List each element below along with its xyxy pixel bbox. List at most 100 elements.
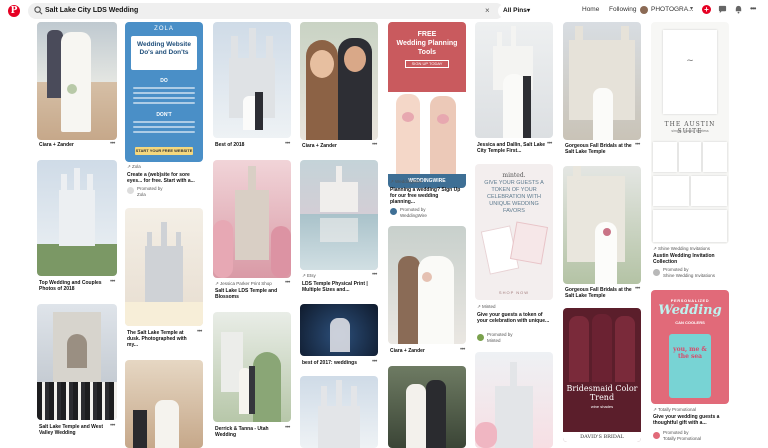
pin-source[interactable]: ↗ Totally Promotional [653,407,696,413]
pin-image[interactable] [37,160,117,276]
pin-image[interactable] [563,166,641,284]
pin-title[interactable]: Salt Lake Temple and West Valley Wedding [39,424,109,436]
chevron-down-icon[interactable]: ▾ [690,5,693,12]
more-options-icon[interactable]: ••• [635,142,640,148]
pin-image[interactable] [300,376,378,448]
pin-image[interactable] [125,208,203,326]
pin-card[interactable]: Jessica and Dallin, Salt Lake City Templ… [475,22,555,158]
pin-image[interactable] [213,160,291,278]
pin-title[interactable]: Best of 2018 [215,142,285,148]
pin-card[interactable] [300,376,380,448]
avatar[interactable] [640,6,648,14]
chat-icon[interactable] [718,5,727,14]
pin-image[interactable] [37,304,117,420]
ad-cta-button[interactable]: START YOUR FREE WEBSITE [135,147,193,155]
pin-image[interactable] [388,366,466,448]
pinterest-logo-icon[interactable]: P [8,5,20,17]
pin-image[interactable]: PERSONALIZED Wedding CAN COOLERS you, me… [651,290,729,404]
pin-card[interactable]: Salt Lake Temple and West Valley Wedding… [37,304,117,448]
pin-image[interactable] [37,22,117,140]
pin-source[interactable]: ↗ Shine Wedding Invitations [653,246,710,252]
pin-title[interactable]: Give your wedding guests a thoughtful gi… [653,414,727,426]
pin-card[interactable]: Best of 2018 ••• [213,22,293,152]
pins-filter-dropdown[interactable]: All Pins ▾ [498,4,534,18]
promoted-pin-card[interactable]: ZOLA Wedding Website Do's and Don'ts DO … [125,22,205,202]
more-options-icon[interactable]: ••• [285,280,290,286]
search-input[interactable]: Salt Lake City LDS Wedding [45,5,138,17]
pin-title[interactable]: Create a (web)site for sore eyes... for … [127,172,201,184]
promoted-pin-card[interactable]: minted. GIVE YOUR GUESTS A TOKEN OF YOUR… [475,164,555,344]
pin-card[interactable]: ↗ Jessica Parker Print Shop Salt Lake LD… [213,160,293,302]
pin-title[interactable]: best of 2017: weddings [302,360,372,366]
promoter-name[interactable]: WeddingWire [400,213,427,219]
more-options-icon[interactable]: ••• [110,423,115,429]
pin-title[interactable]: Give your guests a token of your celebra… [477,312,551,324]
pin-card[interactable]: Ciara + Zander ••• [37,22,117,150]
pin-image[interactable] [475,352,553,448]
pin-title[interactable]: Ciara + Zander [39,142,109,148]
pin-card[interactable]: The Salt Lake Temple at dusk. Photograph… [125,208,205,448]
more-options-icon[interactable]: ••• [547,141,552,147]
pin-title[interactable]: Derrick & Tanna - Utah Wedding [215,426,285,438]
more-options-icon[interactable]: ••• [285,425,290,431]
pin-card[interactable] [388,366,468,448]
pin-card[interactable] [475,352,555,448]
pin-card[interactable]: Gorgeous Fall Bridals at the Salt Lake T… [563,22,643,160]
pin-title[interactable]: Ciara + Zander [390,348,460,354]
more-options-icon[interactable]: ••• [460,347,465,353]
pin-image[interactable] [300,304,378,356]
pin-card[interactable]: Derrick & Tanna - Utah Wedding ••• [213,312,293,448]
nav-home[interactable]: Home [582,6,599,13]
pin-card[interactable]: best of 2017: weddings ••• [300,304,380,374]
pin-title[interactable]: Planning a wedding? Sign Up for our free… [390,187,464,205]
pin-image[interactable]: FREE Wedding Planning Tools SIGN UP TODA… [388,22,466,188]
pin-image[interactable] [213,312,291,422]
pin-source[interactable]: ↗ Etsy [302,273,316,279]
more-options-icon[interactable]: ••• [635,286,640,292]
pin-card[interactable]: Ciara + Zander ••• [300,22,380,152]
promoter-name[interactable]: Minted [487,338,501,344]
clear-search-icon[interactable]: × [485,4,490,18]
pin-title[interactable]: Gorgeous Fall Bridals at the Salt Lake T… [565,287,635,299]
promoted-pin-card[interactable]: PERSONALIZED Wedding CAN COOLERS you, me… [651,290,731,448]
pin-image[interactable] [213,22,291,138]
pin-source[interactable]: ↗ Jessica Parker Print Shop [215,281,272,287]
promoter-name[interactable]: Zola [137,192,146,198]
nav-profile[interactable]: PHOTOGRA... [651,6,694,13]
pin-card[interactable]: Gorgeous Fall Bridals at the Salt Lake T… [563,166,643,300]
pin-source[interactable]: ↗ Minted [477,304,496,310]
pin-title[interactable]: Jessica and Dallin, Salt Lake City Templ… [477,142,547,154]
pin-title[interactable]: Salt Lake LDS Temple and Blossoms [215,288,285,300]
pin-card[interactable]: Ciara + Zander ••• [388,226,468,362]
pin-image[interactable] [475,22,553,138]
promoted-pin-card[interactable]: ~ THE AUSTIN SUITE simple, classic, time… [651,22,731,284]
pin-title[interactable]: Gorgeous Fall Bridals at the Salt Lake T… [565,143,635,155]
more-options-icon[interactable]: ••• [110,279,115,285]
pin-image[interactable] [125,360,203,448]
more-options-icon[interactable]: ••• [110,141,115,147]
pin-title[interactable]: The Salt Lake Temple at dusk. Photograph… [127,330,197,348]
pin-title[interactable]: Ciara + Zander [302,143,372,149]
promoter-name[interactable]: Totally Promotional [663,436,701,442]
pin-source[interactable]: ↗ Zola [127,164,141,170]
pin-image[interactable] [300,160,378,270]
bell-icon[interactable] [734,5,743,14]
pin-image[interactable]: minted. GIVE YOUR GUESTS A TOKEN OF YOUR… [475,164,553,300]
nav-following[interactable]: Following [609,6,636,13]
search-bar[interactable]: Salt Lake City LDS Wedding × All Pins ▾ [28,3,534,19]
more-options-icon[interactable]: ••• [372,142,377,148]
more-options-icon[interactable]: ••• [285,141,290,147]
promoted-pin-card[interactable]: FREE Wedding Planning Tools SIGN UP TODA… [388,22,468,222]
more-options-icon[interactable]: ••• [197,329,202,335]
add-icon[interactable]: + [702,5,711,14]
pin-title[interactable]: Austin Wedding Invitation Collection [653,253,727,265]
pin-card[interactable]: Top Wedding and Couples Photos of 2018 •… [37,160,117,300]
pin-image[interactable] [388,226,466,344]
shop-now-button[interactable]: SHOP NOW [475,290,553,295]
pin-image[interactable] [563,22,641,140]
pin-card[interactable]: ↗ Etsy LDS Temple Physical Print | Multi… [300,160,380,300]
sign-up-button[interactable]: SIGN UP TODAY [405,60,449,68]
pin-source[interactable]: ↗ WeddingWire [390,179,422,185]
more-options-icon[interactable]: ••• [372,272,377,278]
more-options-icon[interactable]: ••• [372,359,377,365]
